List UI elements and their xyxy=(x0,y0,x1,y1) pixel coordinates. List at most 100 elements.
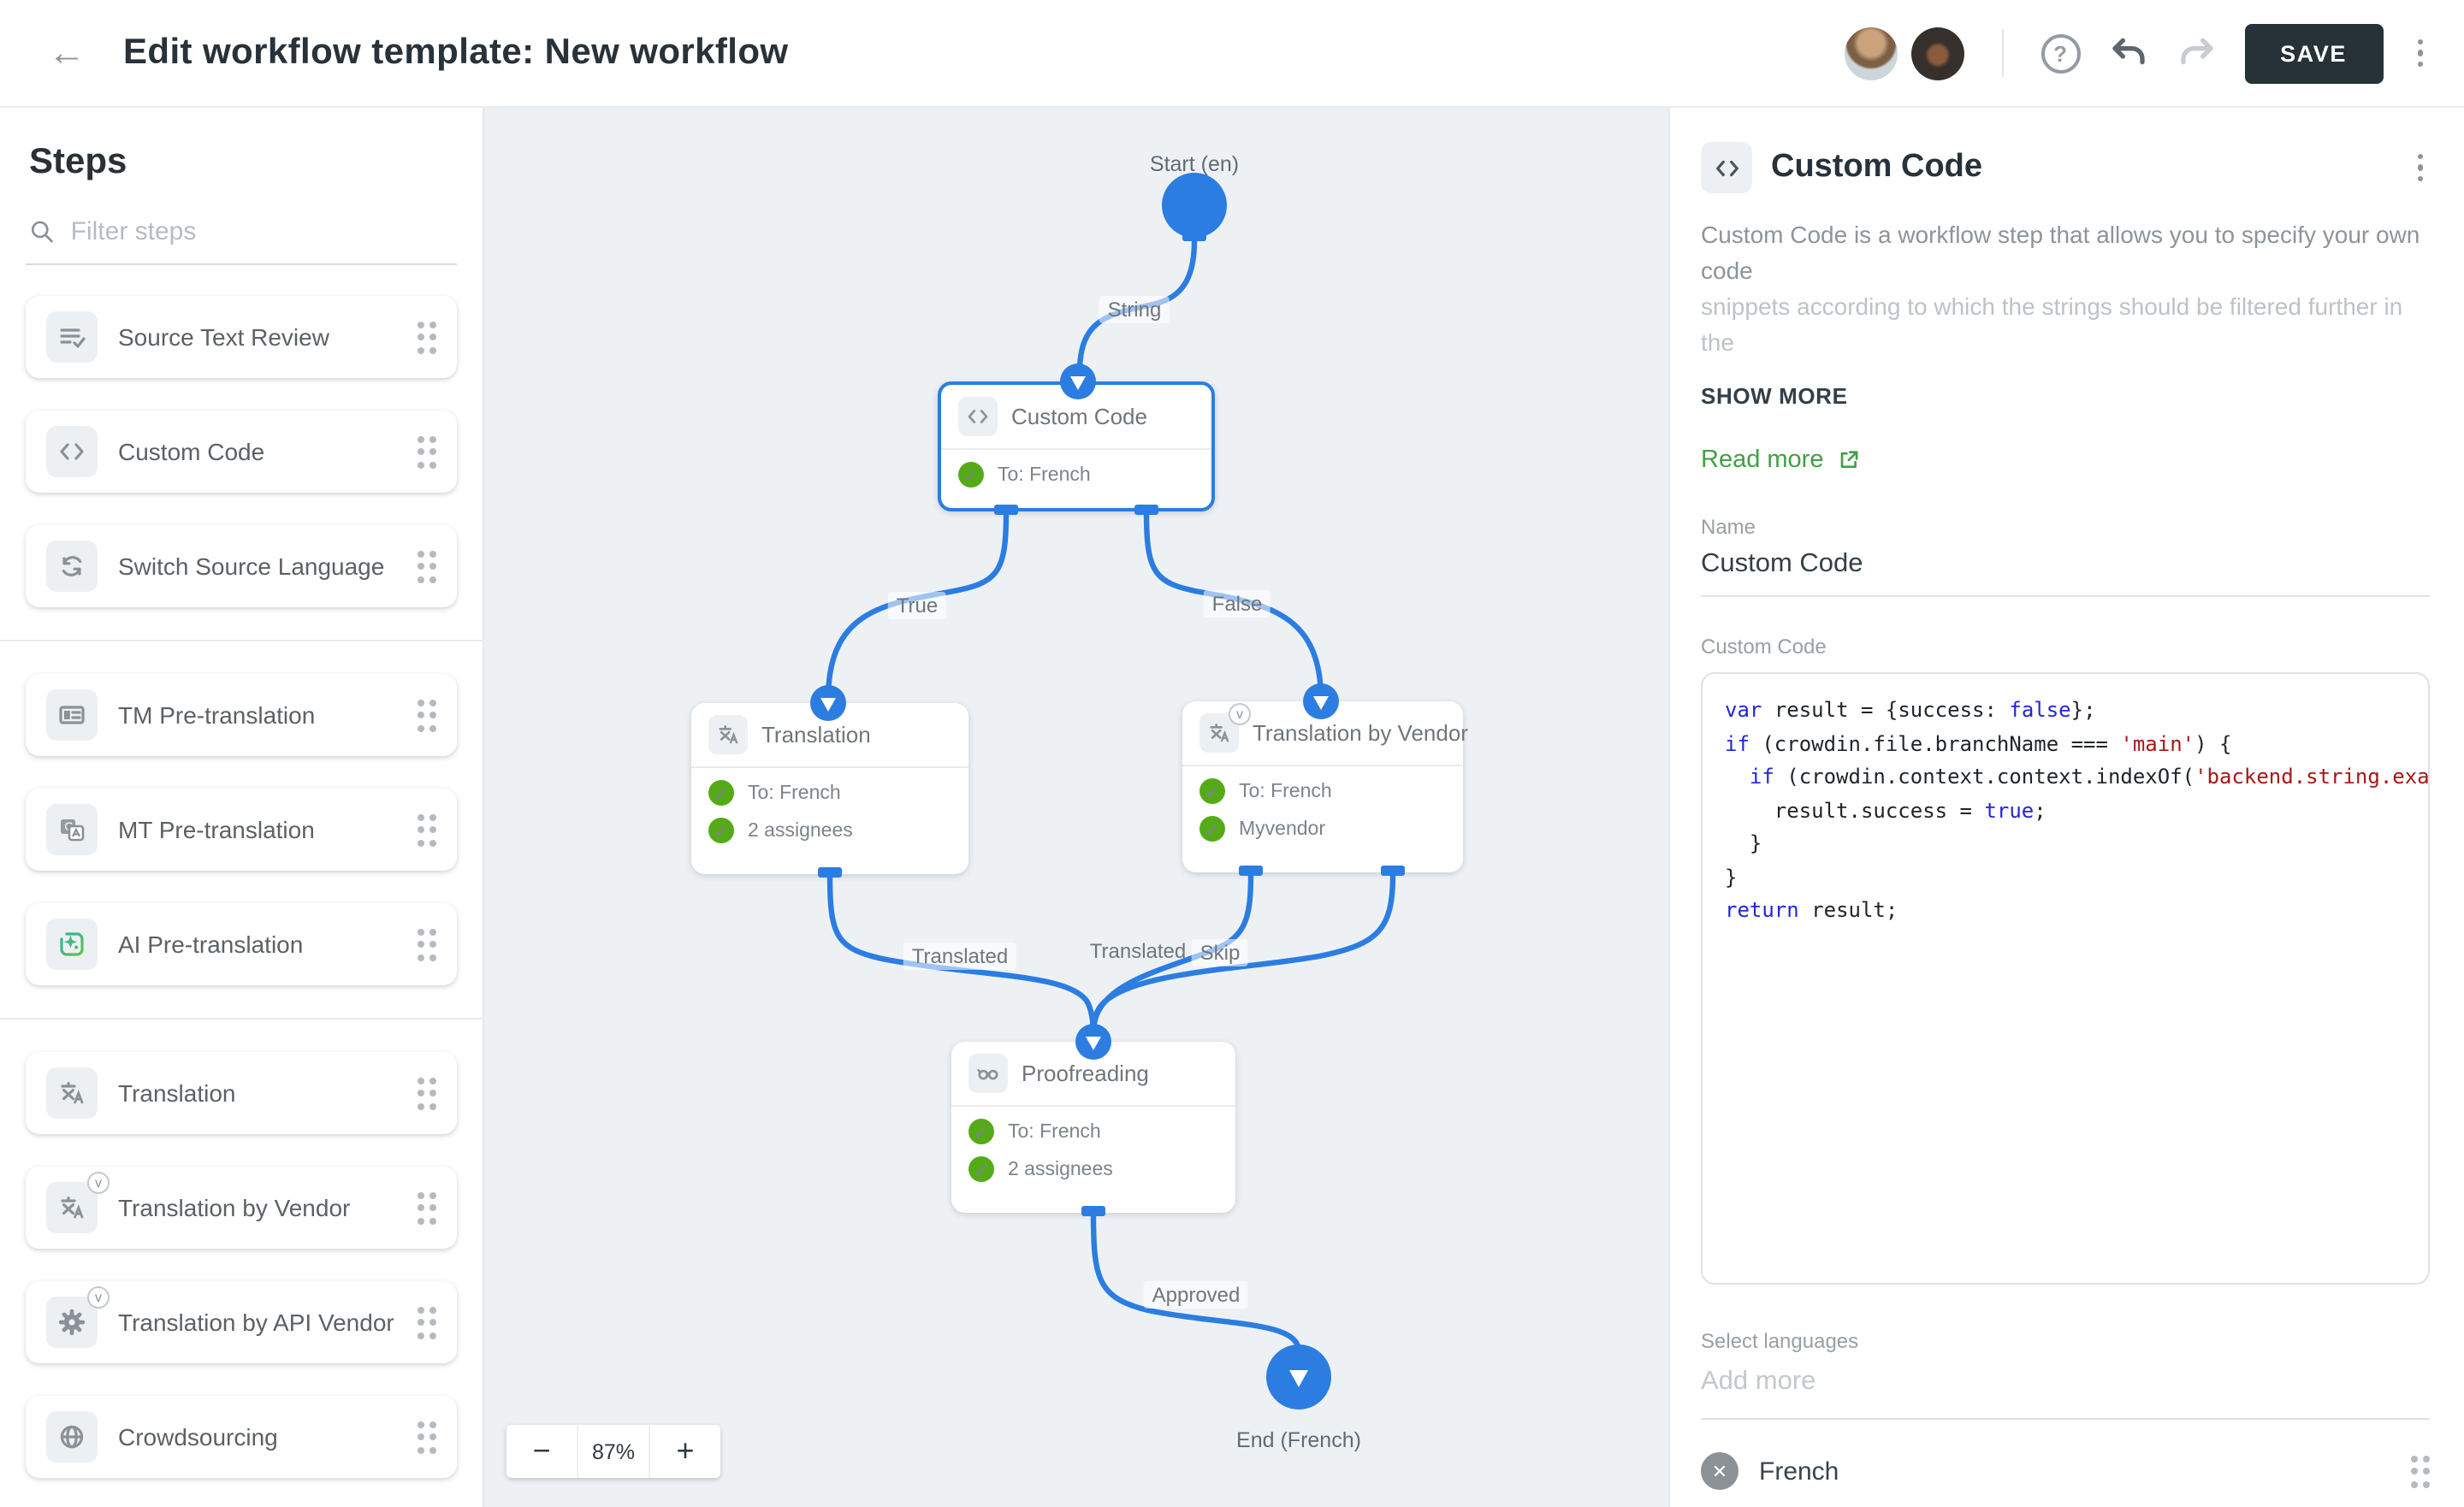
start-node-label: Start (en) xyxy=(1150,152,1239,176)
check-icon: ✓ xyxy=(708,780,734,806)
custom-code-editor[interactable]: var result = {success: false};if (crowdi… xyxy=(1701,672,2430,1285)
node-detail: 2 assignees xyxy=(748,820,853,841)
check-icon: ✓ xyxy=(968,1156,994,1182)
language-row-french: ✕ French xyxy=(1701,1452,2430,1490)
node-translation-by-vendor[interactable]: v Translation by Vendor ✓To: French ✓Myv… xyxy=(1182,701,1463,872)
node-title: Translation by Vendor xyxy=(1253,720,1468,746)
divider xyxy=(2001,29,2003,77)
top-bar: ← Edit workflow template: New workflow ? xyxy=(0,0,2464,108)
zoom-level: 87% xyxy=(578,1425,649,1478)
name-input[interactable] xyxy=(1701,539,2430,597)
drag-handle[interactable] xyxy=(417,550,436,582)
step-label: AI Pre-translation xyxy=(118,931,303,958)
edge-label-translated-2: Translated xyxy=(1090,939,1187,963)
steps-sidebar: Steps Source Text Review xyxy=(0,108,484,1507)
collaborator-avatars xyxy=(1844,27,1964,80)
filter-steps-field[interactable] xyxy=(26,210,457,265)
step-label: TM Pre-translation xyxy=(118,701,315,729)
code-field-label: Custom Code xyxy=(1701,635,2430,659)
node-detail: To: French xyxy=(1239,781,1332,801)
node-title: Translation xyxy=(761,722,871,748)
save-button[interactable]: SAVE xyxy=(2244,23,2383,83)
node-detail: To: French xyxy=(998,464,1091,485)
edge-label-skip: Skip xyxy=(1192,939,1249,966)
step-card-translation-by-vendor[interactable]: v Translation by Vendor xyxy=(26,1167,457,1249)
vendor-badge: v xyxy=(1229,703,1251,725)
drag-handle[interactable] xyxy=(2410,1455,2430,1487)
custom-code-icon xyxy=(958,397,998,436)
node-detail: Myvendor xyxy=(1239,819,1325,839)
read-more-link[interactable]: Read more xyxy=(1701,446,2430,474)
drag-handle[interactable] xyxy=(417,1077,436,1109)
more-options-button[interactable] xyxy=(2410,33,2430,74)
panel-title: Custom Code xyxy=(1771,149,1982,186)
help-button[interactable]: ? xyxy=(2040,33,2080,73)
node-proofreading[interactable]: Proofreading ✓To: French ✓2 assignees xyxy=(951,1042,1235,1213)
search-icon xyxy=(29,217,56,246)
read-more-label: Read more xyxy=(1701,446,1823,474)
check-icon: ✓ xyxy=(708,818,734,843)
page-title: Edit workflow template: New workflow xyxy=(123,33,789,74)
drag-handle[interactable] xyxy=(417,928,436,960)
back-arrow-icon[interactable]: ← xyxy=(48,31,86,75)
globe-icon xyxy=(46,1411,98,1463)
edge-label-true: True xyxy=(888,592,946,619)
step-label: Crowdsourcing xyxy=(118,1423,278,1451)
node-detail: To: French xyxy=(748,783,841,803)
zoom-controls: − 87% + xyxy=(506,1425,720,1478)
redo-button[interactable] xyxy=(2176,33,2217,74)
drag-handle[interactable] xyxy=(417,813,436,846)
code-line: } xyxy=(1725,828,2428,861)
step-card-translation-by-api-vendor[interactable]: v Translation by API Vendor xyxy=(26,1281,457,1363)
step-label: Translation by API Vendor xyxy=(118,1309,394,1336)
step-label: Translation by Vendor xyxy=(118,1194,350,1221)
start-node[interactable] xyxy=(1162,173,1227,238)
node-detail: 2 assignees xyxy=(1008,1159,1113,1179)
end-node[interactable] xyxy=(1266,1344,1331,1409)
undo-button[interactable] xyxy=(2107,33,2148,74)
help-icon: ? xyxy=(2040,33,2080,73)
step-settings-panel: Custom Code Custom Code is a workflow st… xyxy=(1668,108,2464,1507)
node-custom-code[interactable]: Custom Code ✓To: French xyxy=(938,381,1215,511)
step-card-crowdsourcing[interactable]: Crowdsourcing xyxy=(26,1396,457,1478)
node-translation[interactable]: Translation ✓ To: French ✓ 2 assignees xyxy=(691,703,968,874)
step-card-mt-pretranslation[interactable]: G MT Pre-translation xyxy=(26,789,457,871)
node-detail: To: French xyxy=(1008,1121,1101,1142)
drag-handle[interactable] xyxy=(417,435,436,468)
step-options-button[interactable] xyxy=(2410,147,2430,189)
check-icon: ✓ xyxy=(1199,778,1225,804)
translation-icon xyxy=(46,1067,98,1119)
translation-icon xyxy=(708,715,748,754)
workflow-canvas[interactable]: Custom Code ✓To: French Translation ✓To:… xyxy=(484,108,1668,1507)
remove-language-button[interactable]: ✕ xyxy=(1701,1452,1738,1490)
drag-handle[interactable] xyxy=(417,1191,436,1224)
step-card-tm-pretranslation[interactable]: TM Pre-translation xyxy=(26,674,457,756)
drag-handle[interactable] xyxy=(417,321,436,353)
step-card-source-text-review[interactable]: Source Text Review xyxy=(26,296,457,378)
gear-icon: v xyxy=(46,1297,98,1348)
zoom-out-button[interactable]: − xyxy=(506,1425,577,1478)
step-card-switch-source-language[interactable]: Switch Source Language xyxy=(26,525,457,607)
language-name: French xyxy=(1759,1457,1839,1486)
proofreading-icon xyxy=(968,1054,1008,1093)
steps-list: Source Text Review Custom Code Switch So… xyxy=(26,296,457,1478)
check-icon: ✓ xyxy=(958,462,984,488)
group-divider xyxy=(0,1018,483,1019)
tm-pretranslation-icon xyxy=(46,689,98,741)
avatar xyxy=(1910,27,1964,80)
drag-handle[interactable] xyxy=(417,1306,436,1339)
step-card-custom-code[interactable]: Custom Code xyxy=(26,411,457,493)
add-language-input[interactable] xyxy=(1701,1353,2430,1420)
step-card-translation[interactable]: Translation xyxy=(26,1052,457,1134)
edge-label-approved: Approved xyxy=(1144,1281,1249,1309)
edge-label-false: False xyxy=(1204,590,1271,618)
drag-handle[interactable] xyxy=(417,1421,436,1453)
drag-handle[interactable] xyxy=(417,699,436,731)
avatar xyxy=(1844,27,1897,80)
select-languages-label: Select languages xyxy=(1701,1329,2430,1353)
step-card-ai-pretranslation[interactable]: AI Pre-translation xyxy=(26,903,457,985)
show-more-button[interactable]: SHOW MORE xyxy=(1701,383,2430,409)
zoom-in-button[interactable]: + xyxy=(650,1425,720,1478)
filter-steps-input[interactable] xyxy=(71,217,453,246)
description-line: snippets according to which the strings … xyxy=(1701,289,2430,361)
